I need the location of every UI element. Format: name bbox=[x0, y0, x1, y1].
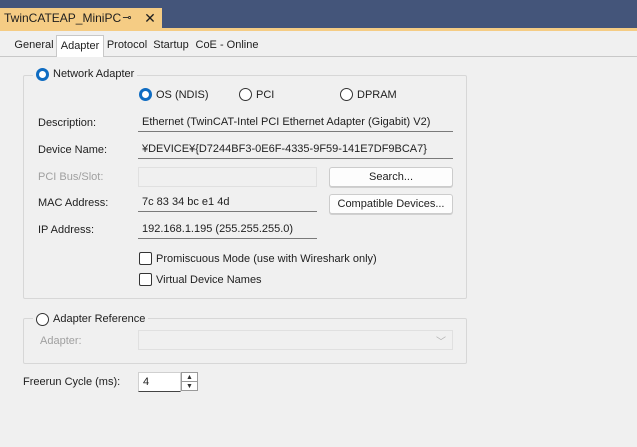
tab-startup[interactable]: Startup bbox=[150, 37, 192, 56]
virtual-device-names-option[interactable]: Virtual Device Names bbox=[139, 273, 262, 286]
description-field[interactable]: Ethernet (TwinCAT-Intel PCI Ethernet Ada… bbox=[138, 112, 453, 132]
freerun-cycle-label: Freerun Cycle (ms): bbox=[23, 376, 121, 388]
dpram-radio[interactable] bbox=[340, 88, 353, 101]
tab-general[interactable]: General bbox=[13, 37, 55, 56]
virtual-device-names-label: Virtual Device Names bbox=[156, 273, 262, 286]
pin-icon[interactable]: ⊸ bbox=[120, 11, 134, 24]
document-tab-strip: TwinCATEAP_MiniPC ⊸ ✕ bbox=[0, 0, 637, 28]
adapter-combobox: ﹀ bbox=[138, 330, 453, 350]
freerun-cycle-spinner[interactable]: ▲ ▼ bbox=[181, 372, 198, 391]
virtual-device-names-checkbox[interactable] bbox=[139, 273, 152, 286]
compatible-devices-button[interactable]: Compatible Devices... bbox=[329, 194, 453, 214]
adapter-reference-radio[interactable] bbox=[36, 312, 49, 326]
chevron-down-icon: ﹀ bbox=[436, 337, 446, 348]
pci-bus-label: PCI Bus/Slot: bbox=[38, 171, 104, 183]
tab-adapter[interactable]: Adapter bbox=[56, 35, 104, 57]
adapter-reference-label: Adapter Reference bbox=[53, 313, 146, 325]
ip-address-field[interactable]: 192.168.1.195 (255.255.255.0) bbox=[138, 219, 317, 239]
spin-up-icon[interactable]: ▲ bbox=[182, 373, 197, 382]
adapter-reference-legend: Adapter Reference bbox=[33, 311, 149, 327]
dpram-label: DPRAM bbox=[357, 88, 397, 101]
tab-protocol[interactable]: Protocol bbox=[105, 37, 149, 56]
spin-down-icon[interactable]: ▼ bbox=[182, 382, 197, 391]
freerun-cycle-input[interactable]: 4 bbox=[138, 372, 181, 392]
ip-address-label: IP Address: bbox=[38, 224, 95, 236]
device-name-label: Device Name: bbox=[38, 144, 108, 156]
search-button[interactable]: Search... bbox=[329, 167, 453, 187]
document-tab-title: TwinCATEAP_MiniPC bbox=[4, 11, 122, 25]
tab-coe-online[interactable]: CoE - Online bbox=[194, 37, 260, 56]
settings-tabbar: General Adapter Protocol Startup CoE - O… bbox=[0, 35, 637, 57]
pci-radio[interactable] bbox=[239, 88, 252, 101]
pci-label: PCI bbox=[256, 88, 275, 101]
promiscuous-mode-option[interactable]: Promiscuous Mode (use with Wireshark onl… bbox=[139, 252, 377, 265]
document-tab[interactable]: TwinCATEAP_MiniPC ⊸ ✕ bbox=[0, 8, 162, 28]
network-adapter-group bbox=[23, 75, 467, 299]
network-adapter-radio[interactable] bbox=[36, 67, 49, 81]
driver-option-os-ndis[interactable]: OS (NDIS) bbox=[139, 88, 209, 101]
pci-bus-field bbox=[138, 167, 317, 187]
promiscuous-mode-checkbox[interactable] bbox=[139, 252, 152, 265]
device-name-field[interactable]: ¥DEVICE¥{D7244BF3-0E6F-4335-9F59-141E7DF… bbox=[138, 139, 453, 159]
adapter-label: Adapter: bbox=[40, 335, 82, 347]
mac-address-field[interactable]: 7c 83 34 bc e1 4d bbox=[138, 192, 317, 212]
network-adapter-legend: Network Adapter bbox=[33, 66, 138, 82]
promiscuous-mode-label: Promiscuous Mode (use with Wireshark onl… bbox=[156, 252, 377, 265]
driver-option-pci[interactable]: PCI bbox=[239, 88, 274, 101]
network-adapter-label: Network Adapter bbox=[53, 68, 135, 80]
os-ndis-label: OS (NDIS) bbox=[156, 88, 209, 101]
description-label: Description: bbox=[38, 117, 97, 129]
close-icon[interactable]: ✕ bbox=[142, 9, 158, 27]
driver-option-dpram[interactable]: DPRAM bbox=[340, 88, 397, 101]
editor-panel: General Adapter Protocol Startup CoE - O… bbox=[0, 31, 637, 447]
os-ndis-radio[interactable] bbox=[139, 88, 152, 101]
mac-address-label: MAC Address: bbox=[38, 197, 109, 209]
